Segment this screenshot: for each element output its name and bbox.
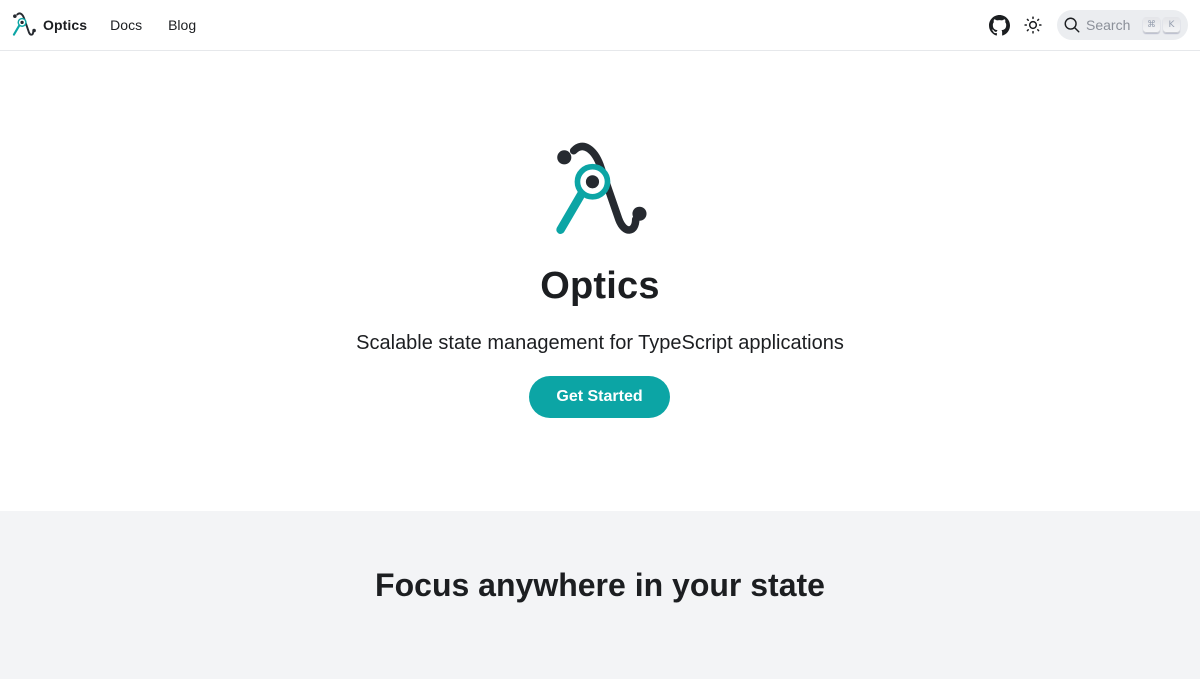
nav-link-docs[interactable]: Docs <box>110 17 142 33</box>
hero-tagline: Scalable state management for TypeScript… <box>356 332 844 354</box>
github-icon[interactable] <box>988 14 1010 36</box>
shortcut-key-cmd: ⌘ <box>1143 17 1160 33</box>
get-started-button[interactable]: Get Started <box>529 376 670 418</box>
navbar-right: Search ⌘ K <box>988 10 1188 40</box>
hero-section: Optics Scalable state management for Typ… <box>0 51 1200 511</box>
search-shortcut: ⌘ K <box>1143 17 1180 33</box>
search-icon <box>1063 16 1081 34</box>
optics-hero-logo-icon <box>553 142 647 251</box>
nav-link-blog[interactable]: Blog <box>168 17 196 33</box>
navbar: Optics Docs Blog Search ⌘ K <box>0 0 1200 51</box>
search-button[interactable]: Search ⌘ K <box>1057 10 1188 40</box>
features-title: Focus anywhere in your state <box>375 567 825 603</box>
hero-title: Optics <box>540 265 660 307</box>
nav-links: Docs Blog <box>110 17 196 33</box>
shortcut-key-k: K <box>1163 17 1180 33</box>
optics-logo-icon <box>12 11 36 39</box>
brand-name: Optics <box>43 17 88 33</box>
sun-icon[interactable] <box>1022 14 1044 36</box>
search-label: Search <box>1086 17 1131 33</box>
brand-link[interactable]: Optics <box>12 11 88 39</box>
features-section: Focus anywhere in your state <box>0 511 1200 679</box>
